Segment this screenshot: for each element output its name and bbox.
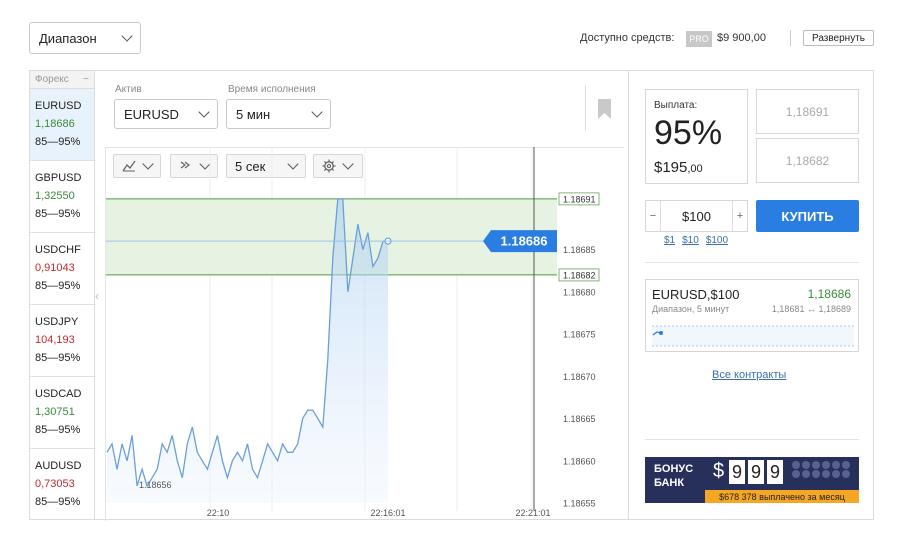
section-divider [645,262,859,263]
asset-price: 104,193 [35,334,75,346]
collapse-icon[interactable]: − [83,74,89,85]
asset-symbol: EURUSD [35,100,82,112]
contract-range: 1,18681 ↔ 1,18689 [771,304,851,314]
asset-price: 1,32550 [35,190,75,202]
payout-amount: $195,00 [654,159,703,176]
banner-caption: $678 378 выплачено за месяц [705,490,859,503]
quick-amounts: $1 $10 $100 [664,235,728,246]
amount-input[interactable]: $100 [661,201,732,231]
x-tick-label: 22:10 [207,508,230,518]
x-tick-label: 22:16:01 [370,508,405,518]
asset-range: 85—95% [35,280,81,292]
banner-title-2: БАНК [654,477,685,489]
decrease-button[interactable]: − [646,201,661,231]
quick-amount-1[interactable]: $1 [664,235,675,246]
banner-digit: 9 [767,460,783,484]
banner-title-1: БОНУС [654,463,694,475]
asset-price: 0,73053 [35,478,75,490]
sidebar-item-eurusd[interactable]: EURUSD 1,18686 85—95% [30,89,94,161]
contract-card[interactable]: EURUSD,$100 1,18686 Диапазон, 5 минут 1,… [645,279,859,352]
y-tick-label: 1.18685 [563,245,596,255]
divider [790,30,791,46]
y-tick-label: 1.18670 [563,372,596,382]
pro-badge: PRO [686,31,712,47]
price-chart: 1.18686 1.18691 1.18682 1.18685 1.18680 1.186… [106,147,600,518]
quick-amount-10[interactable]: $10 [682,235,699,246]
sidebar-item-usdcad[interactable]: USDCAD 1,30751 85—95% [30,377,94,449]
asset-price: 1,18686 [35,118,75,130]
asset-symbol: USDCAD [35,388,82,400]
funds-label: Доступно средств: [580,32,675,44]
banner-currency: $ [713,460,725,482]
y-tick-label: 1.18665 [563,414,596,424]
asset-range: 85—95% [35,136,81,148]
trade-panel: Выплата: 95% $195,00 1,18691 1,18682 − $… [628,70,874,520]
sidebar-item-usdchf[interactable]: USDCHF 0,91043 85—95% [30,233,94,305]
asset-range: 85—95% [35,352,81,364]
y-tick-label: 1.18680 [563,287,596,297]
funds-value: $9 900,00 [717,32,766,44]
section-divider [645,439,859,440]
chart-area: Актив EURUSD Время исполнения 5 мин 5 се… [95,70,628,521]
sidebar-item-gbpusd[interactable]: GBPUSD 1,32550 85—95% [30,161,94,233]
banner-digit: 9 [729,460,745,484]
sidebar-header: Форекс − [30,71,94,89]
bonus-bank-banner[interactable]: БОНУС БАНК $ 9 9 9 $678 378 выплачено за… [645,457,859,503]
sidebar-item-audusd[interactable]: AUDUSD 0,73053 85—95% [30,449,94,521]
payout-amount-cents: ,00 [687,163,703,175]
chevron-down-icon [121,30,133,42]
asset-symbol: USDJPY [35,316,79,328]
star-pattern-icon [792,461,850,478]
y-tick-label: 1.18675 [563,330,596,340]
mode-select-value: Диапазон [39,30,97,46]
upper-bound-label: 1.18691 [563,194,596,204]
payout-label: Выплата: [654,100,698,111]
lower-bound-label: 1.18682 [563,270,596,280]
current-price-value: 1.18686 [501,234,548,249]
mode-select[interactable]: Диапазон [29,22,141,54]
min-price-label: 1.18656 [139,480,172,490]
asset-range: 85—95% [35,208,81,220]
asset-range: 85—95% [35,424,81,436]
lower-price-box[interactable]: 1,18682 [756,138,859,183]
sidebar-title: Форекс [35,74,69,85]
x-tick-label: 22:21:01 [515,508,550,518]
expand-button[interactable]: Развернуть [803,30,874,46]
sidebar-item-usdjpy[interactable]: USDJPY 104,193 85—95% [30,305,94,377]
banner-digit: 9 [748,460,764,484]
contract-title: EURUSD,$100 [652,287,740,302]
amount-stepper: − $100 + [645,200,748,232]
payout-box: Выплата: 95% $195,00 [645,89,748,184]
all-contracts-link[interactable]: Все контракты [712,369,786,381]
asset-symbol: GBPUSD [35,172,82,184]
asset-price: 1,30751 [35,406,75,418]
y-tick-label: 1.18660 [563,456,596,466]
y-tick-label: 1.18655 [563,499,596,509]
asset-price: 0,91043 [35,262,75,274]
increase-button[interactable]: + [732,201,747,231]
asset-symbol: AUDUSD [35,460,82,472]
asset-range: 85—95% [35,496,81,508]
quick-amount-100[interactable]: $100 [706,235,728,246]
contract-price: 1,18686 [807,287,851,301]
asset-sidebar: Форекс − EURUSD 1,18686 85—95% GBPUSD 1,… [29,70,95,520]
contract-subtitle: Диапазон, 5 минут [652,304,730,314]
payout-amount-main: $195 [654,159,688,176]
upper-price-box[interactable]: 1,18691 [756,89,859,134]
buy-button[interactable]: КУПИТЬ [756,200,859,232]
contract-mini-chart [652,325,854,347]
asset-symbol: USDCHF [35,244,81,256]
payout-percent: 95% [654,114,723,152]
